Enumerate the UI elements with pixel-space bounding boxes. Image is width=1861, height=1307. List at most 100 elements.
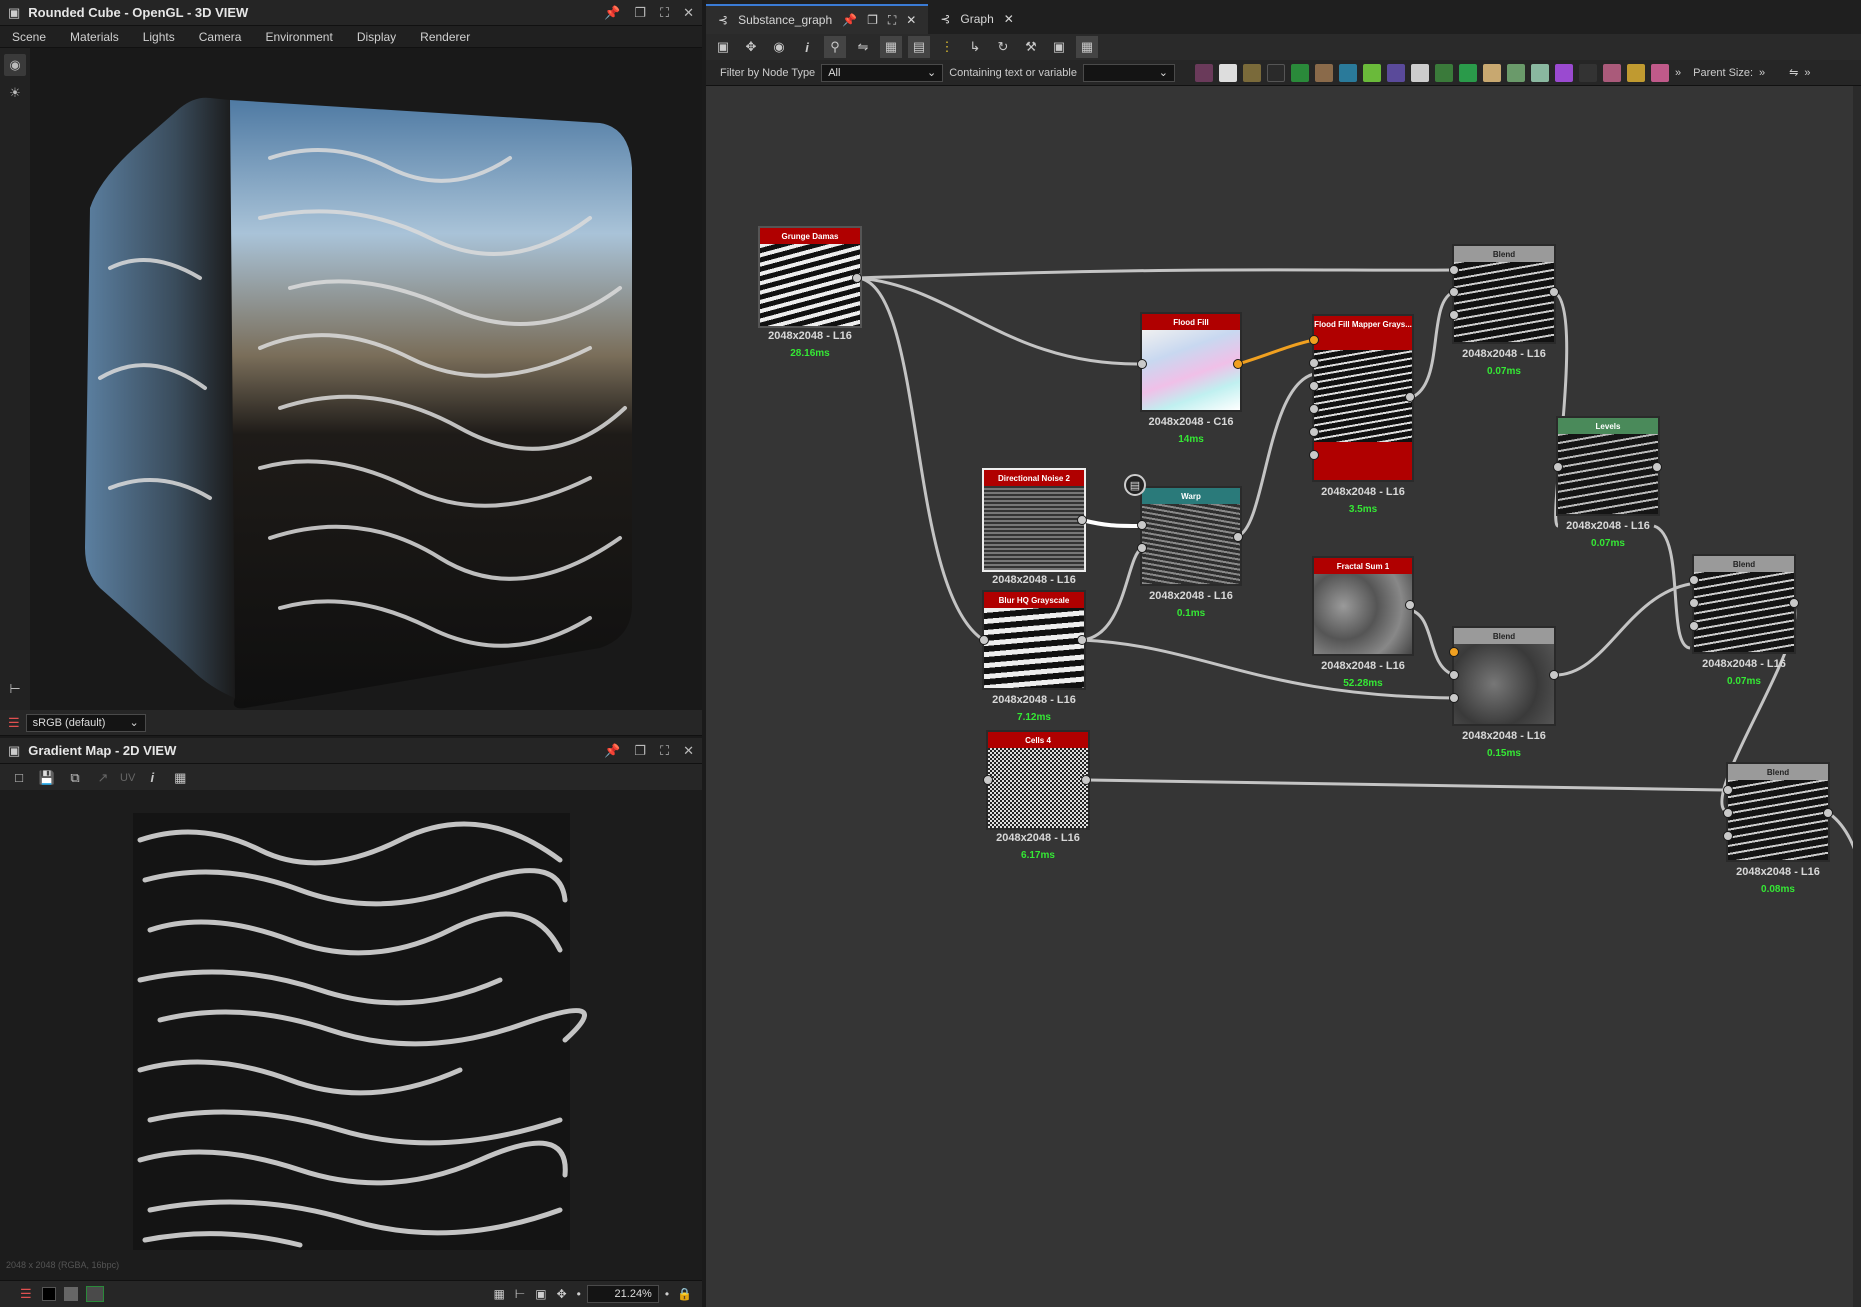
refresh-icon[interactable]: ↻ (992, 36, 1014, 58)
input-port[interactable] (1689, 621, 1699, 631)
close-icon[interactable]: ✕ (683, 743, 694, 759)
close-icon[interactable]: ✕ (906, 13, 916, 27)
zoom-in-icon[interactable]: • (665, 1287, 669, 1301)
connect-icon[interactable]: ↳ (964, 36, 986, 58)
fit-icon[interactable]: ▣ (535, 1287, 546, 1301)
menu-scene[interactable]: Scene (0, 30, 58, 44)
input-port[interactable] (1309, 404, 1319, 414)
graph-canvas[interactable]: Grunge Damas 2048x2048 - L16 28.16ms Flo… (706, 86, 1861, 1307)
tools-icon[interactable]: ⚒ (1020, 36, 1042, 58)
center-icon[interactable]: ✥ (557, 1287, 567, 1301)
input-port[interactable] (1689, 598, 1699, 608)
node-text-icon[interactable] (1650, 63, 1669, 82)
node-flood-fill[interactable]: Flood Fill (1140, 312, 1242, 412)
input-port[interactable] (1449, 287, 1459, 297)
uv-toggle[interactable]: UV (120, 772, 135, 784)
node-shuffle-icon[interactable] (1266, 63, 1285, 82)
save-icon[interactable]: 💾 (36, 767, 58, 789)
pin-icon[interactable]: 📌 (604, 5, 620, 21)
float-icon[interactable]: ❐ (634, 743, 646, 759)
export-icon[interactable]: ↗ (92, 767, 114, 789)
input-port[interactable] (1137, 520, 1147, 530)
screenshot-icon[interactable]: ◉ (768, 36, 790, 58)
more-icon[interactable]: » (1804, 67, 1810, 79)
output-port[interactable] (1823, 808, 1833, 818)
node-bucket-icon[interactable] (1458, 63, 1477, 82)
input-port[interactable] (1723, 831, 1733, 841)
grid-snap-icon[interactable]: ▦ (1076, 36, 1098, 58)
node-color-wheel-icon[interactable] (1554, 63, 1573, 82)
maximize-icon[interactable]: ⛶ (660, 5, 669, 21)
node-grunge-damas[interactable]: Grunge Damas (758, 226, 862, 328)
node-warp-icon[interactable] (1602, 63, 1621, 82)
node-directional-noise[interactable]: Directional Noise 2 (982, 468, 1086, 572)
crop-icon[interactable]: □ (8, 767, 30, 789)
preview-icon[interactable]: ▣ (1048, 36, 1070, 58)
input-port[interactable] (1309, 358, 1319, 368)
node-circle-icon[interactable] (1386, 63, 1405, 82)
output-port[interactable] (1077, 515, 1087, 525)
output-port[interactable] (1233, 532, 1243, 542)
colorspace-select[interactable]: sRGB (default) ⌄ (25, 713, 146, 732)
node-uniform-icon[interactable] (1218, 63, 1237, 82)
layout-icon[interactable]: ▤ (908, 36, 930, 58)
node-output-icon[interactable] (1434, 63, 1453, 82)
input-port[interactable] (1449, 310, 1459, 320)
node-noise-icon[interactable] (1578, 63, 1597, 82)
grid-icon[interactable]: ▦ (493, 1287, 504, 1301)
node-transform-icon[interactable] (1338, 63, 1357, 82)
node-blend-2[interactable]: Blend (1452, 626, 1556, 726)
hierarchy-icon[interactable]: ⊢ (4, 678, 26, 700)
tab-substance-graph[interactable]: ⊰ Substance_graph 📌 ❐ ⛶ ✕ (706, 4, 929, 34)
node-drop-icon[interactable] (1314, 63, 1333, 82)
info-icon[interactable]: i (796, 36, 818, 58)
output-port[interactable] (1405, 392, 1415, 402)
input-port[interactable] (1309, 381, 1319, 391)
input-port[interactable] (1449, 265, 1459, 275)
input-port[interactable] (1553, 462, 1563, 472)
node-grid-icon[interactable] (1410, 63, 1429, 82)
input-port[interactable] (1689, 575, 1699, 585)
node-blend-3[interactable]: Blend (1692, 554, 1796, 654)
input-port[interactable] (1137, 359, 1147, 369)
node-blend-1[interactable]: Blend (1452, 244, 1556, 344)
layers-icon[interactable]: ☰ (8, 715, 20, 731)
menu-lights[interactable]: Lights (131, 30, 187, 44)
link-icon[interactable]: ⇋ (852, 36, 874, 58)
node-blend-4[interactable]: Blend (1726, 762, 1830, 862)
light-bulb-icon[interactable]: ☀ (4, 82, 26, 104)
black-bg-button[interactable] (41, 1287, 56, 1301)
maximize-icon[interactable]: ⛶ (888, 13, 896, 28)
input-port[interactable] (1309, 335, 1319, 345)
node-curve-icon[interactable] (1290, 63, 1309, 82)
pin-icon[interactable]: 📌 (842, 13, 857, 27)
node-hsl-icon[interactable] (1506, 63, 1525, 82)
more-icon[interactable]: » (1759, 67, 1765, 79)
output-port[interactable] (1081, 775, 1091, 785)
pin-icon[interactable]: 📌 (604, 743, 620, 759)
viewport2d-canvas[interactable]: 2048 x 2048 (RGBA, 16bpc) (0, 790, 702, 1280)
search-icon[interactable]: ⚲ (824, 36, 846, 58)
parent-size-label[interactable]: Parent Size: (1693, 67, 1753, 79)
node-cells[interactable]: Cells 4 (986, 730, 1090, 830)
input-port[interactable] (1309, 427, 1319, 437)
input-port[interactable] (1309, 450, 1319, 460)
color-picker-button[interactable] (85, 1286, 104, 1302)
contains-text-input[interactable]: ⌄ (1082, 63, 1175, 82)
input-port[interactable] (1449, 693, 1459, 703)
node-levels-icon[interactable] (1530, 63, 1549, 82)
node-blend-icon[interactable] (1482, 63, 1501, 82)
output-port[interactable] (1549, 670, 1559, 680)
input-port[interactable] (1449, 647, 1459, 657)
output-port[interactable] (1233, 359, 1243, 369)
input-port[interactable] (1449, 670, 1459, 680)
checker-bg-button[interactable] (63, 1287, 78, 1301)
tiling-icon[interactable]: ⊢ (515, 1287, 525, 1301)
node-levels[interactable]: Levels (1556, 416, 1660, 516)
output-port[interactable] (1549, 287, 1559, 297)
node-fill-icon[interactable] (1242, 63, 1261, 82)
align-icon[interactable]: ▦ (880, 36, 902, 58)
output-port[interactable] (1077, 635, 1087, 645)
lock-icon[interactable]: 🔒 (677, 1287, 692, 1301)
float-icon[interactable]: ❐ (867, 13, 878, 27)
